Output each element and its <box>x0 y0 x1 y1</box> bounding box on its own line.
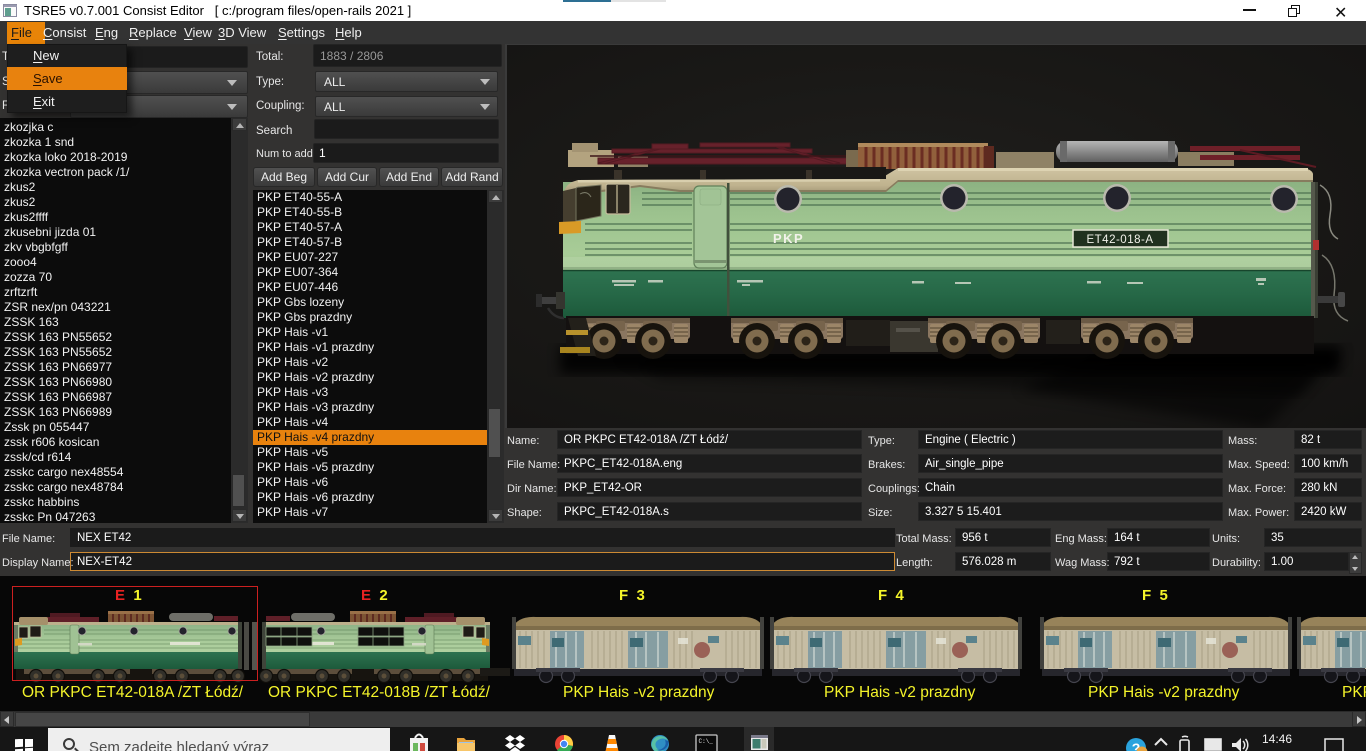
svg-text:14:46: 14:46 <box>1262 732 1292 746</box>
svg-text:C:\_: C:\_ <box>699 738 714 745</box>
svg-text:PKP: PKP <box>773 231 804 246</box>
svg-text:ET42-018-A: ET42-018-A <box>1086 234 1153 246</box>
